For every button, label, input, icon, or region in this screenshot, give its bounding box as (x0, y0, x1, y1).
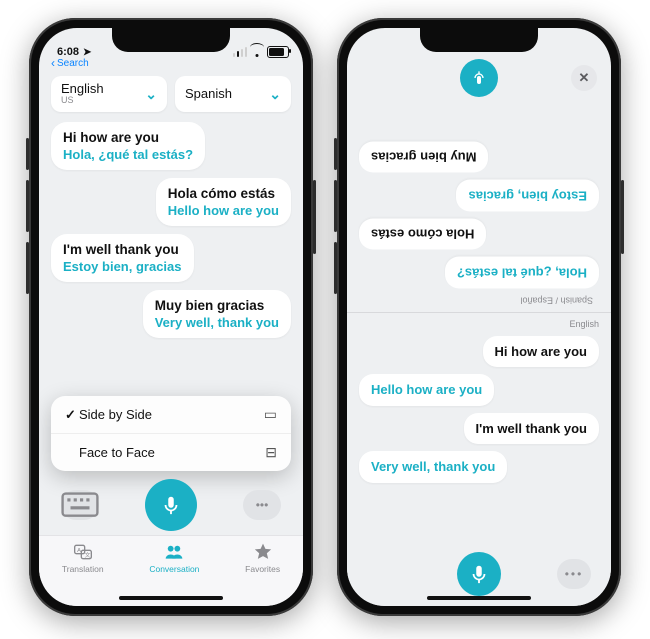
ellipsis-icon: ••• (565, 567, 584, 581)
ellipsis-icon: ••• (256, 498, 269, 512)
keyboard-button[interactable] (61, 490, 99, 520)
message-translation: Estoy bien, gracias (63, 259, 182, 274)
chevron-down-icon: ⌄ (145, 86, 157, 103)
battery-icon (267, 46, 289, 58)
mic-button[interactable] (145, 479, 197, 531)
menu-label: Side by Side (79, 407, 152, 422)
keyboard-icon (61, 492, 99, 517)
message-bubble[interactable]: Muy bien gracias Very well, thank you (143, 290, 291, 338)
tab-label: Translation (62, 564, 104, 574)
back-label: Search (57, 58, 89, 69)
view-mode-menu: ✓Side by Side ▭ Face to Face ⊟ (51, 396, 291, 471)
message-bubble[interactable]: Hola cómo estás (359, 218, 486, 250)
star-icon (252, 542, 274, 562)
language-label-top: Spanish / Español (520, 296, 599, 306)
mic-icon (471, 70, 487, 86)
message-bubble[interactable]: Hi how are you Hola, ¿qué tal estás? (51, 122, 205, 170)
location-icon: ➤ (83, 47, 91, 58)
face-to-face-top-controls: ✕ (347, 56, 611, 100)
language-to-name: Spanish (185, 87, 232, 101)
phone-left: 6:08 ➤ ‹ Search English US ⌄ (29, 18, 313, 616)
svg-text:A: A (77, 548, 81, 554)
message-bubble[interactable]: Hi how are you (483, 336, 599, 368)
message-translation: Hello how are you (168, 203, 279, 218)
svg-text:文: 文 (84, 551, 90, 559)
menu-label: Face to Face (79, 445, 155, 460)
language-from-sub: US (61, 96, 104, 106)
language-to-button[interactable]: Spanish ⌄ (175, 76, 291, 112)
message-source: Hola cómo estás (168, 186, 279, 201)
message-bubble[interactable]: Estoy bien, gracias (457, 180, 600, 212)
menu-item-side-by-side[interactable]: ✓Side by Side ▭ (51, 396, 291, 433)
home-indicator[interactable] (427, 596, 531, 600)
tab-label: Conversation (149, 564, 199, 574)
message-translation: Hola, ¿qué tal estás? (63, 147, 193, 162)
mic-icon (160, 494, 182, 516)
face-to-face-top[interactable]: Spanish / Español Hola, ¿qué tal estás? … (347, 76, 611, 312)
message-bubble[interactable]: I'm well thank you Estoy bien, gracias (51, 234, 194, 282)
language-from-button[interactable]: English US ⌄ (51, 76, 167, 112)
language-selector-bar: English US ⌄ Spanish ⌄ (39, 70, 303, 120)
status-time: 6:08 (57, 46, 79, 58)
check-icon: ✓ (65, 407, 79, 423)
message-source: Muy bien gracias (155, 298, 279, 313)
side-by-side-icon: ▭ (264, 406, 277, 423)
menu-item-face-to-face[interactable]: Face to Face ⊟ (51, 433, 291, 471)
conversation-pane[interactable]: Hi how are you Hola, ¿qué tal estás? Hol… (39, 120, 303, 390)
close-icon: ✕ (579, 70, 590, 86)
signal-icon (233, 47, 248, 57)
screen-left: 6:08 ➤ ‹ Search English US ⌄ (39, 28, 303, 606)
home-indicator[interactable] (119, 596, 223, 600)
more-button[interactable]: ••• (557, 559, 591, 589)
back-link[interactable]: ‹ Search (39, 56, 303, 70)
phone-right: ✕ Spanish / Español Hola, ¿qué tal estás… (337, 18, 621, 616)
message-bubble[interactable]: I'm well thank you (464, 413, 599, 445)
message-source: I'm well thank you (63, 242, 182, 257)
chevron-down-icon: ⌄ (269, 86, 281, 103)
mic-icon (468, 563, 490, 585)
message-bubble[interactable]: Muy bien gracias (359, 141, 488, 173)
language-from-name: English (61, 82, 104, 96)
face-to-face-bottom[interactable]: English Hi how are you Hello how are you… (347, 313, 611, 543)
more-button[interactable]: ••• (243, 490, 281, 520)
tab-favorites[interactable]: Favorites (245, 542, 280, 574)
notch (112, 28, 230, 52)
mic-button-top[interactable] (460, 59, 498, 97)
notch (420, 28, 538, 52)
tab-label: Favorites (245, 564, 280, 574)
translation-icon: A文 (72, 542, 94, 562)
conversation-icon (163, 542, 185, 562)
mic-button-bottom[interactable] (457, 552, 501, 596)
screen-right: ✕ Spanish / Español Hola, ¿qué tal estás… (347, 28, 611, 606)
message-source: Hi how are you (63, 130, 193, 145)
message-translation: Very well, thank you (155, 315, 279, 330)
wifi-icon (250, 47, 264, 57)
message-bubble[interactable]: Hola, ¿qué tal estás? (445, 257, 599, 289)
message-bubble[interactable]: Hello how are you (359, 374, 494, 406)
language-label-bottom: English (563, 319, 599, 329)
close-button[interactable]: ✕ (571, 65, 597, 91)
tab-translation[interactable]: A文 Translation (62, 542, 104, 574)
message-bubble[interactable]: Hola cómo estás Hello how are you (156, 178, 291, 226)
chevron-left-icon: ‹ (51, 56, 55, 70)
message-bubble[interactable]: Very well, thank you (359, 451, 507, 483)
tab-conversation[interactable]: Conversation (149, 542, 199, 574)
input-controls: ••• (39, 475, 303, 535)
face-to-face-icon: ⊟ (265, 444, 277, 461)
